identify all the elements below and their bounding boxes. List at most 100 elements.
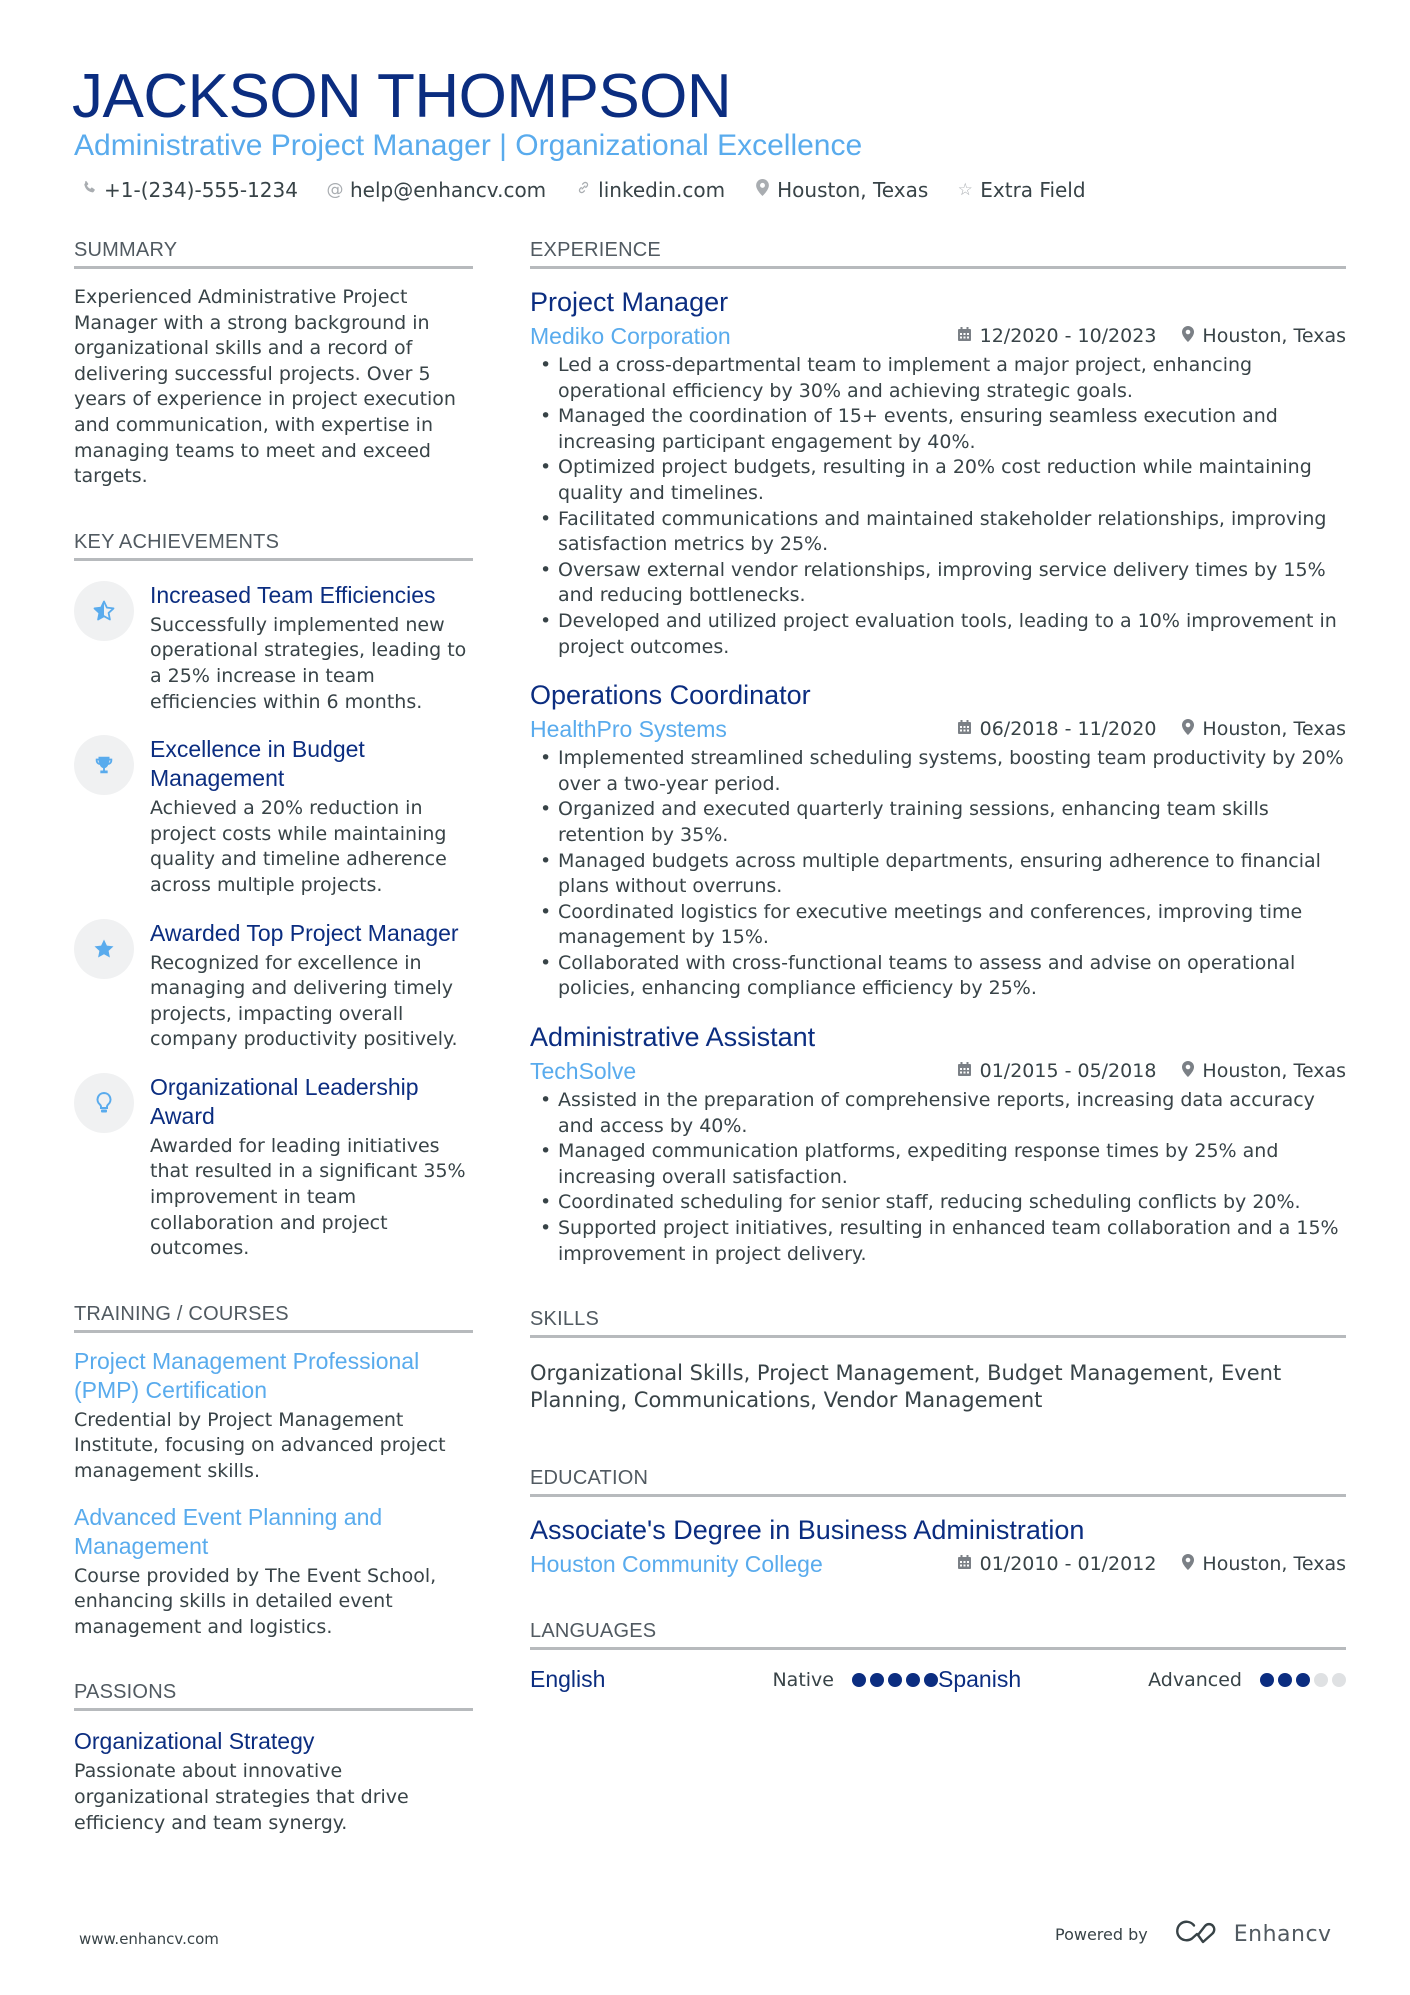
rating-dot-filled <box>870 1672 884 1687</box>
contact-email[interactable]: @ help@enhancv.com <box>326 178 546 202</box>
at-icon: @ <box>326 180 344 200</box>
job-dates: 01/2015 - 05/2018 <box>979 1060 1157 1083</box>
achievements-section: Key Achievements Increased Team Efficien… <box>74 528 473 1262</box>
job-location: Houston, Texas <box>1202 1060 1346 1083</box>
education-degree: Associate's Degree in Business Administr… <box>530 1515 1085 1546</box>
language-name: Spanish <box>938 1666 1022 1693</box>
location-icon <box>1182 326 1195 346</box>
job-bullets: Led a cross-departmental team to impleme… <box>530 353 1346 660</box>
location-icon <box>753 179 771 201</box>
section-heading: Passions <box>74 1678 473 1712</box>
section-heading: Summary <box>74 236 473 269</box>
summary-text: Experienced Administrative Project Manag… <box>74 286 456 488</box>
job-bullets: Implemented streamlined scheduling syste… <box>530 746 1346 1002</box>
course-desc: Course provided by The Event School, enh… <box>74 1564 437 1638</box>
job-entry: Administrative Assistant TechSolve 01/20… <box>530 1020 1346 1267</box>
candidate-name: JACKSON THOMPSON <box>72 62 732 131</box>
job-title: Project Manager <box>530 287 729 317</box>
skills-section: Skills Organizational Skills, Project Ma… <box>530 1305 1346 1414</box>
calendar-icon <box>957 1061 972 1081</box>
education-dates: 01/2010 - 01/2012 <box>979 1553 1157 1576</box>
brand-logo[interactable]: Enhancv <box>1174 1918 1332 1950</box>
bullet: Oversaw external vendor relationships, i… <box>530 558 1346 609</box>
achievement-title: Increased Team Efficiencies <box>150 581 436 608</box>
section-heading: Skills <box>530 1305 1346 1339</box>
section-heading: Training / Courses <box>74 1300 473 1333</box>
rating-dot-filled <box>888 1672 902 1687</box>
skills-text: Organizational Skills, Project Managemen… <box>530 1361 1282 1413</box>
language-level: Native <box>772 1668 834 1691</box>
enhancv-logo-icon <box>1174 1918 1222 1950</box>
contact-location: Houston, Texas <box>753 178 928 202</box>
rating-dot-empty <box>1332 1672 1346 1687</box>
star-half-icon <box>74 580 134 641</box>
achievement-title: Organizational Leadership Award <box>150 1073 419 1129</box>
achievement-title: Excellence in Budget Management <box>150 736 365 792</box>
footer-website[interactable]: www.enhancv.com <box>79 1930 219 1948</box>
contact-bar: +1-(234)-555-1234 @ help@enhancv.com lin… <box>80 178 1086 202</box>
calendar-icon <box>957 1554 972 1574</box>
rating-dot-filled <box>906 1672 920 1687</box>
achievement-item: Increased Team Efficiencies Successfully… <box>74 580 473 715</box>
location-icon <box>1182 1554 1195 1574</box>
job-bullets: Assisted in the preparation of comprehen… <box>530 1088 1346 1267</box>
course-title: Project Management Professional (PMP) Ce… <box>74 1347 420 1403</box>
bullet: Organized and executed quarterly trainin… <box>530 797 1346 848</box>
phone-icon <box>80 180 98 200</box>
summary-section: Summary Experienced Administrative Proje… <box>74 236 473 490</box>
star-icon <box>74 918 134 979</box>
language-rating <box>852 1672 938 1687</box>
rating-dot-filled <box>1296 1672 1310 1687</box>
bullet: Managed budgets across multiple departme… <box>530 849 1346 900</box>
trophy-icon <box>74 735 134 796</box>
achievement-desc: Awarded for leading initiatives that res… <box>150 1134 466 1260</box>
rating-dot-filled <box>924 1672 938 1687</box>
left-column: Summary Experienced Administrative Proje… <box>74 236 473 1836</box>
contact-phone[interactable]: +1-(234)-555-1234 <box>80 178 298 202</box>
course-desc: Credential by Project Management Institu… <box>74 1408 446 1483</box>
contact-linkedin[interactable]: linkedin.com <box>574 178 725 202</box>
rating-dot-filled <box>852 1672 866 1687</box>
achievement-item: Organizational Leadership Award Awarded … <box>74 1072 473 1262</box>
bullet: Assisted in the preparation of comprehen… <box>530 1088 1346 1139</box>
right-column: Experience Project Manager Mediko Corpor… <box>530 236 1346 1693</box>
language-rating <box>1260 1672 1346 1687</box>
rating-dot-empty <box>1314 1672 1328 1687</box>
location-icon <box>1182 719 1195 739</box>
job-company: TechSolve <box>530 1058 637 1085</box>
job-dates: 12/2020 - 10/2023 <box>979 325 1157 347</box>
bullet: Managed the coordination of 15+ events, … <box>530 404 1346 455</box>
bullet: Managed communication platforms, expedit… <box>530 1139 1346 1190</box>
experience-section: Experience Project Manager Mediko Corpor… <box>530 236 1346 1267</box>
powered-by-label: Powered by <box>1055 1924 1148 1944</box>
education-section: Education Associate's Degree in Business… <box>530 1464 1346 1579</box>
achievement-desc: Successfully implemented new operational… <box>150 613 467 713</box>
job-location: Houston, Texas <box>1202 325 1346 347</box>
footer-branding: Powered by Enhancv <box>1055 1918 1332 1950</box>
job-company: HealthPro Systems <box>530 716 727 743</box>
job-company: Mediko Corporation <box>530 323 731 349</box>
bullet: Collaborated with cross-functional teams… <box>530 951 1346 1002</box>
bullet: Facilitated communications and maintaine… <box>530 507 1346 558</box>
contact-text: +1-(234)-555-1234 <box>104 178 298 202</box>
language-level: Advanced <box>1148 1668 1242 1691</box>
language-item: English Native <box>530 1666 938 1693</box>
section-heading: Education <box>530 1464 1346 1498</box>
contact-text: Houston, Texas <box>777 178 929 202</box>
job-entry: Operations Coordinator HealthPro Systems… <box>530 678 1346 1002</box>
section-heading: Experience <box>530 236 1346 269</box>
bullet: Optimized project budgets, resulting in … <box>530 455 1346 506</box>
bullet: Led a cross-departmental team to impleme… <box>530 353 1346 404</box>
contact-text: help@enhancv.com <box>349 178 547 202</box>
passion-title: Organizational Strategy <box>74 1728 315 1755</box>
achievement-title: Awarded Top Project Manager <box>150 919 459 946</box>
bullet: Developed and utilized project evaluatio… <box>530 609 1346 660</box>
calendar-icon <box>957 719 972 739</box>
course-item: Project Management Professional (PMP) Ce… <box>74 1347 473 1485</box>
education-school: Houston Community College <box>530 1551 823 1578</box>
rating-dot-filled <box>1260 1672 1274 1687</box>
languages-section: Languages English Native Spanish Advance… <box>530 1617 1346 1693</box>
link-icon <box>574 180 592 200</box>
bullet: Coordinated logistics for executive meet… <box>530 900 1346 951</box>
rating-dot-filled <box>1278 1672 1292 1687</box>
